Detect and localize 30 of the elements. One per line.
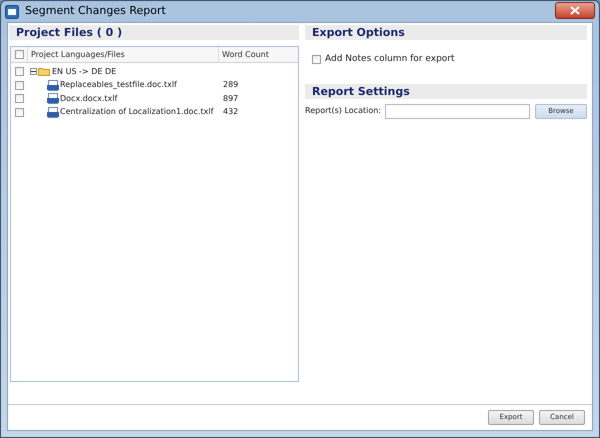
file-icon: [47, 80, 59, 91]
word-count: 289: [223, 79, 238, 92]
tree-item[interactable]: Centralization of Localization1.doc.txlf: [60, 106, 214, 118]
collapse-toggle[interactable]: [30, 68, 37, 76]
checkbox[interactable]: [15, 67, 24, 76]
section-header: Export Options: [305, 25, 587, 40]
checkbox[interactable]: [15, 94, 24, 104]
checkbox[interactable]: [312, 55, 321, 64]
word-count: 432: [223, 106, 238, 118]
location-field[interactable]: [385, 104, 530, 118]
window-title: Segment Changes Report: [25, 3, 166, 20]
tree-item[interactable]: Replaceables_testfile.doc.txlf: [60, 79, 177, 92]
section-header: Project Files ( 0 ): [9, 25, 299, 40]
checkbox[interactable]: [14, 50, 24, 59]
column-header: Word Count: [221, 49, 270, 61]
word-count: 897: [223, 92, 238, 105]
app-icon: [5, 4, 19, 18]
field-label: Report(s) Location:: [305, 105, 382, 117]
close-button[interactable]: [555, 2, 595, 18]
column-header: Project Languages/Files: [28, 47, 219, 62]
folder-icon: [38, 67, 50, 76]
checkbox[interactable]: [15, 80, 24, 90]
checkbox[interactable]: [15, 108, 24, 117]
file-icon: [47, 106, 59, 118]
tree-item[interactable]: EN US -> DE DE: [52, 66, 116, 78]
checkbox-label: Add Notes column for export: [325, 53, 455, 66]
section-header: Report Settings: [305, 84, 587, 98]
close-icon: [570, 6, 580, 14]
file-icon: [47, 93, 59, 104]
tree-item[interactable]: Docx.docx.txlf: [60, 92, 118, 105]
